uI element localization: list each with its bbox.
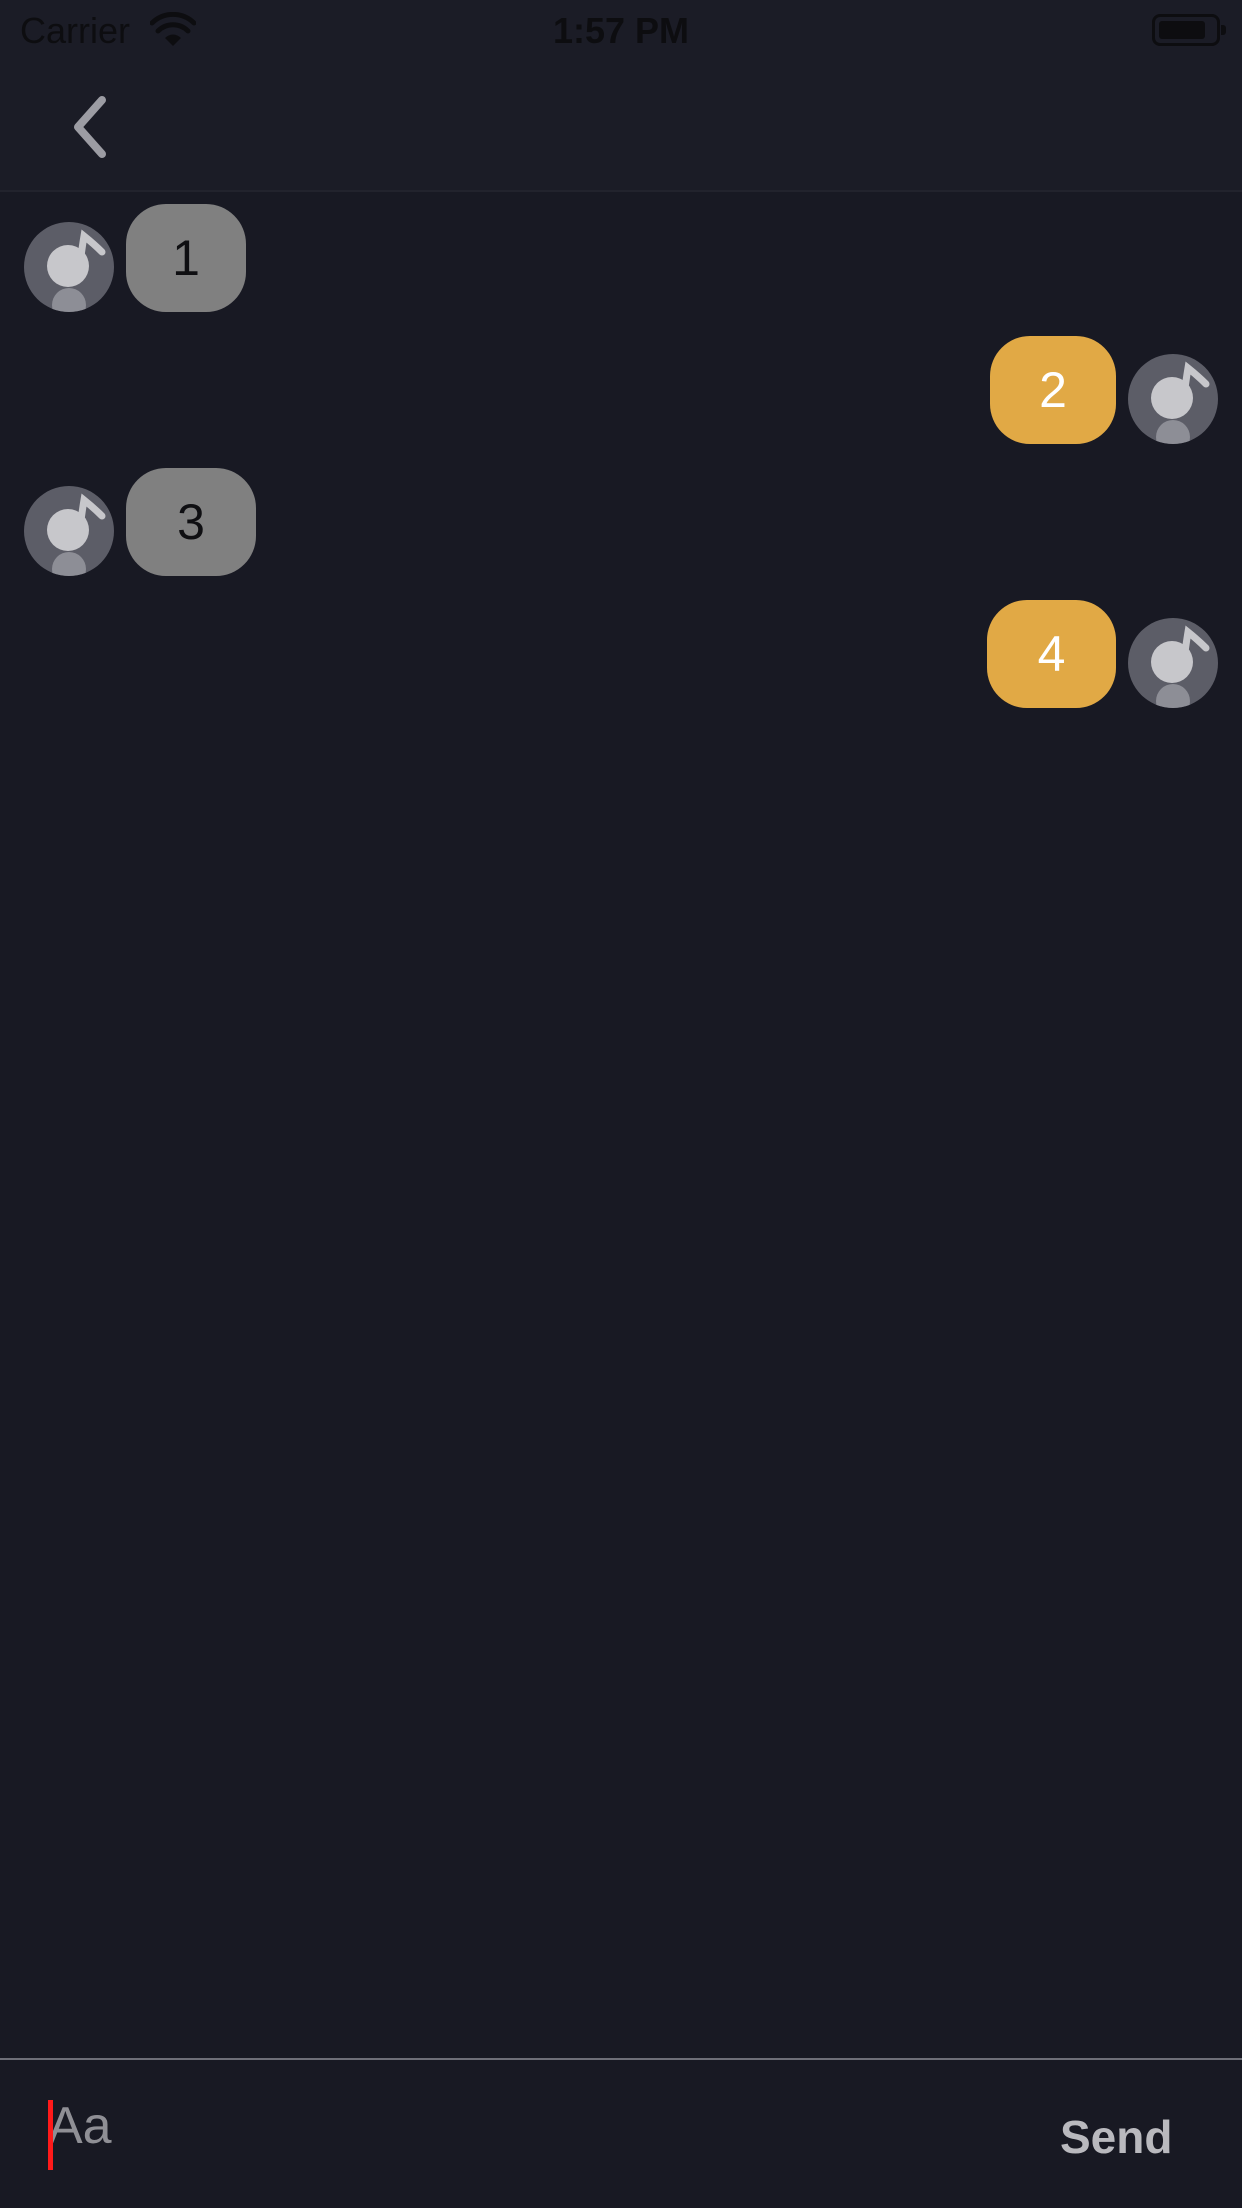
- clock: 1:57 PM: [552, 10, 690, 51]
- avatar-placeholder-icon: [1151, 361, 1210, 444]
- chevron-left-icon: [74, 96, 106, 158]
- text-cursor: [48, 2100, 53, 2170]
- avatar-placeholder-icon: [47, 229, 106, 312]
- message-text: 4: [1037, 626, 1066, 682]
- avatar[interactable]: [24, 486, 114, 576]
- avatar-placeholder-icon: [47, 493, 106, 576]
- avatar[interactable]: [1128, 354, 1218, 444]
- message-bubble[interactable]: 2: [990, 336, 1116, 444]
- message-input-placeholder: Aa: [48, 2097, 112, 2155]
- avatar[interactable]: [1128, 618, 1218, 708]
- back-button[interactable]: [58, 92, 128, 162]
- battery-icon: [1152, 14, 1226, 46]
- message-text: 1: [172, 230, 200, 286]
- status-bar: Carrier 1:57 PM: [0, 0, 1242, 62]
- navigation-bar: [0, 62, 1242, 192]
- avatar-placeholder-icon: [1151, 625, 1210, 708]
- message-bubble[interactable]: 3: [126, 468, 256, 576]
- message-text: 3: [177, 494, 205, 550]
- message-text: 2: [1039, 362, 1067, 418]
- avatar[interactable]: [24, 222, 114, 312]
- message-input[interactable]: Aa: [48, 2088, 948, 2178]
- message-bubble[interactable]: 4: [987, 600, 1116, 708]
- message-composer: Aa Send: [0, 2058, 1242, 2208]
- chat-screen: Carrier 1:57 PM 1 2 3 4 Aa Send: [0, 0, 1242, 2208]
- message-bubble[interactable]: 1: [126, 204, 246, 312]
- send-button[interactable]: Send: [1060, 2110, 1172, 2164]
